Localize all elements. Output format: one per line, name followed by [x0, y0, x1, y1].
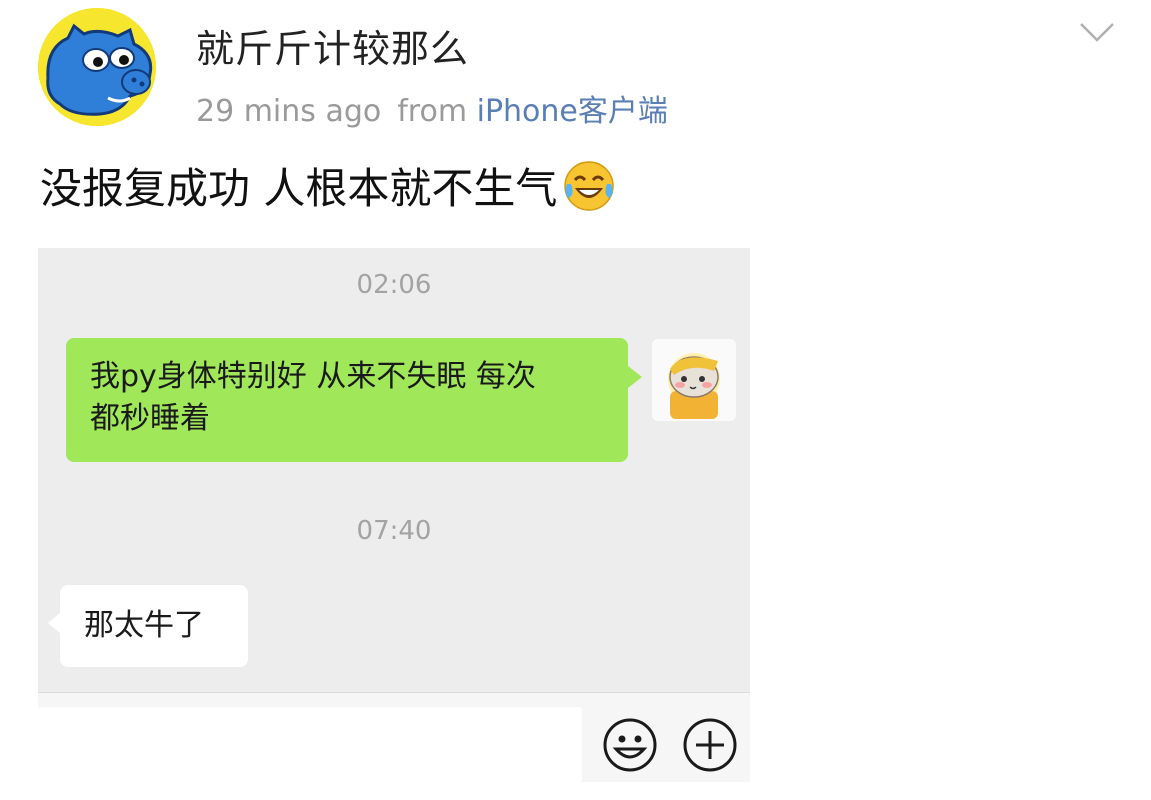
post-meta: 29 mins ago from iPhone客户端 — [196, 86, 668, 130]
from-label: from — [397, 94, 468, 129]
chat-input-bar — [38, 692, 750, 782]
message-input — [38, 707, 582, 782]
post-source[interactable]: iPhone客户端 — [477, 94, 668, 129]
post-text: 没报复成功 人根本就不生气 — [40, 164, 558, 213]
post-time: 29 mins ago — [196, 94, 382, 129]
received-message-text: 那太牛了 — [84, 608, 204, 643]
sent-message-line: 我py身体特别好 从来不失眠 每次 — [90, 359, 536, 394]
laughing-tears-emoji-icon — [564, 160, 615, 211]
hamster-sticker-icon — [652, 339, 736, 421]
post-body: 没报复成功 人根本就不生气 — [40, 155, 615, 216]
self-avatar — [652, 339, 736, 421]
timestamp: 02:06 — [356, 270, 432, 300]
chevron-down-icon[interactable] — [1078, 20, 1116, 44]
sent-message-line: 都秒睡着 — [90, 401, 210, 436]
sent-message-bubble: 我py身体特别好 从来不失眠 每次 都秒睡着 — [66, 338, 642, 462]
user-avatar[interactable] — [38, 8, 156, 126]
received-message-bubble: 那太牛了 — [48, 585, 248, 667]
blue-hippo-icon — [38, 8, 156, 126]
timestamp: 07:40 — [356, 516, 432, 546]
chat-screenshot: 02:06 我py身体特别好 从来不失眠 每次 都秒睡着 07:40 那太牛了 — [38, 248, 750, 782]
plus-circle-icon — [683, 718, 737, 772]
username[interactable]: 就斤斤计较那么 — [196, 18, 469, 73]
smiley-icon — [603, 718, 657, 772]
